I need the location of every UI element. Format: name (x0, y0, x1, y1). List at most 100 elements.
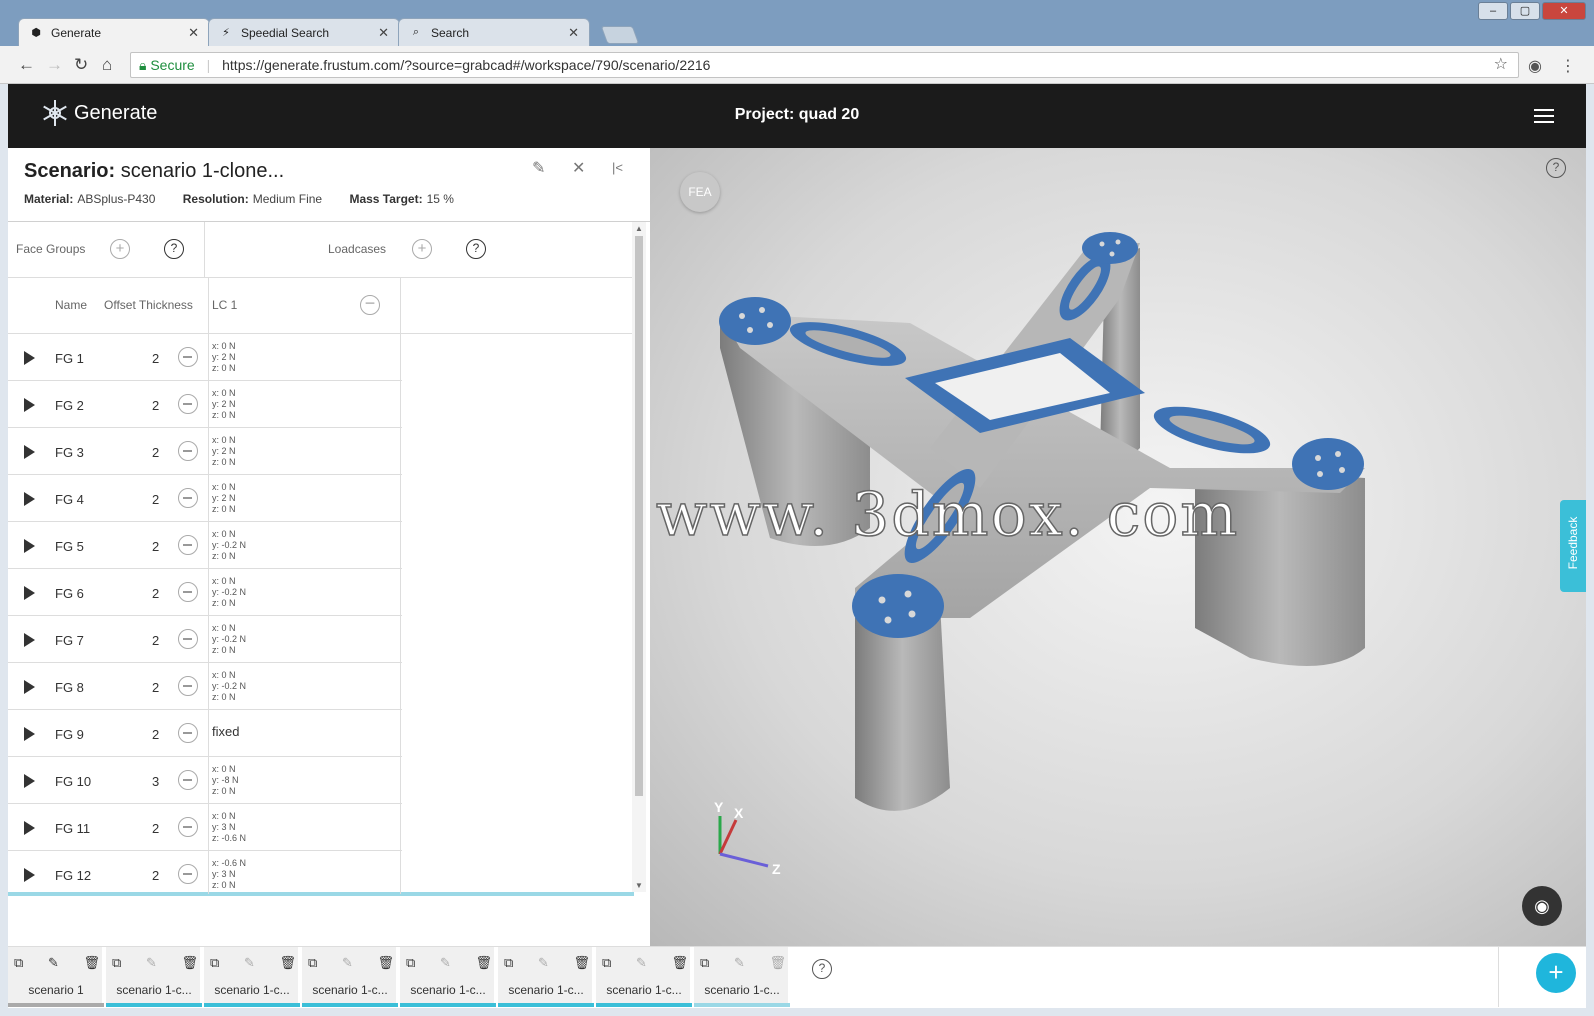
copy-icon[interactable]: ⧉ (700, 955, 709, 971)
copy-icon[interactable]: ⧉ (210, 955, 219, 971)
fg-thickness[interactable]: 2 (152, 445, 159, 460)
expand-triangle-icon[interactable] (24, 680, 35, 694)
scroll-thumb[interactable] (635, 236, 643, 796)
add-loadcase-icon[interactable]: + (412, 239, 432, 259)
copy-icon[interactable]: ⧉ (504, 955, 513, 971)
remove-face-group-icon[interactable] (178, 770, 198, 790)
load-values[interactable]: x: 0 Ny: -0.2 Nz: 0 N (212, 670, 246, 703)
table-row[interactable]: FG 8 2 x: 0 Ny: -0.2 Nz: 0 N (8, 663, 634, 710)
load-values[interactable]: x: 0 Ny: 2 Nz: 0 N (212, 341, 236, 374)
remove-face-group-icon[interactable] (178, 347, 198, 367)
forward-arrow-icon[interactable]: → (46, 55, 63, 75)
trash-icon[interactable]: 🗑︎ (475, 955, 492, 971)
expand-triangle-icon[interactable] (24, 774, 35, 788)
table-row[interactable]: FG 10 3 x: 0 Ny: -8 Nz: 0 N (8, 757, 634, 804)
copy-icon[interactable]: ⧉ (602, 955, 611, 971)
expand-triangle-icon[interactable] (24, 727, 35, 741)
table-row[interactable]: FG 2 2 x: 0 Ny: 2 Nz: 0 N (8, 381, 634, 428)
remove-face-group-icon[interactable] (178, 582, 198, 602)
panel-scrollbar[interactable]: ▲ ▼ (632, 222, 646, 892)
extension-icon[interactable]: ◉ (1528, 56, 1542, 76)
fg-thickness[interactable]: 2 (152, 868, 159, 883)
address-bar[interactable]: 🔒︎ Secure | https://generate.frustum.com… (130, 52, 1519, 78)
load-values[interactable]: x: 0 Ny: -0.2 Nz: 0 N (212, 576, 246, 609)
add-face-group-icon[interactable]: + (110, 239, 130, 259)
table-row[interactable]: FG 7 2 x: 0 Ny: -0.2 Nz: 0 N (8, 616, 634, 663)
pencil-edit-icon[interactable]: ✎ (532, 158, 545, 178)
table-row[interactable]: FG 4 2 x: 0 Ny: 2 Nz: 0 N (8, 475, 634, 522)
expand-triangle-icon[interactable] (24, 445, 35, 459)
remove-face-group-icon[interactable] (178, 676, 198, 696)
scenario-tab[interactable]: ⧉ ✎ 🗑︎ scenario 1-c... (596, 947, 692, 1007)
collapse-panel-icon[interactable]: |< (612, 160, 623, 175)
remove-loadcase-icon[interactable]: − (360, 294, 380, 315)
close-icon[interactable]: ✕ (188, 25, 199, 41)
fg-thickness[interactable]: 2 (152, 351, 159, 366)
expand-triangle-icon[interactable] (24, 539, 35, 553)
fg-thickness[interactable]: 2 (152, 727, 159, 742)
fg-thickness[interactable]: 2 (152, 586, 159, 601)
load-values[interactable]: x: 0 Ny: 3 Nz: -0.6 N (212, 811, 246, 844)
table-row[interactable]: FG 6 2 x: 0 Ny: -0.2 Nz: 0 N (8, 569, 634, 616)
fg-thickness[interactable]: 2 (152, 492, 159, 507)
trash-icon[interactable]: 🗑︎ (181, 955, 198, 971)
pencil-edit-icon[interactable]: ✎ (440, 955, 451, 971)
load-values[interactable]: x: 0 Ny: 2 Nz: 0 N (212, 388, 236, 421)
load-values[interactable]: x: 0 Ny: -0.2 Nz: 0 N (212, 529, 246, 562)
pencil-edit-icon[interactable]: ✎ (734, 955, 745, 971)
scenario-tab[interactable]: ⧉ ✎ 🗑︎ scenario 1-c... (302, 947, 398, 1007)
trash-icon[interactable]: 🗑︎ (377, 955, 394, 971)
table-row[interactable]: FG 3 2 x: 0 Ny: 2 Nz: 0 N (8, 428, 634, 475)
feedback-tab[interactable]: Feedback (1560, 500, 1586, 592)
copy-icon[interactable]: ⧉ (406, 955, 415, 971)
expand-triangle-icon[interactable] (24, 398, 35, 412)
scenario-tab[interactable]: ⧉ ✎ 🗑︎ scenario 1-c... (106, 947, 202, 1007)
home-icon[interactable]: ⌂ (102, 55, 112, 75)
back-arrow-icon[interactable]: ← (18, 55, 35, 75)
load-values[interactable]: x: 0 Ny: -8 Nz: 0 N (212, 764, 239, 797)
pencil-edit-icon[interactable]: ✎ (244, 955, 255, 971)
table-row[interactable]: FG 9 2 fixed (8, 710, 634, 757)
menu-dots-icon[interactable]: ⋮ (1560, 56, 1576, 76)
scenario-tab[interactable]: ⧉ ✎ 🗑︎ scenario 1 (8, 947, 104, 1007)
eye-visibility-icon[interactable]: ◉ (1522, 886, 1562, 926)
trash-icon[interactable]: 🗑︎ (769, 955, 786, 971)
fg-thickness[interactable]: 2 (152, 539, 159, 554)
trash-icon[interactable]: 🗑︎ (671, 955, 688, 971)
window-close-button[interactable]: ✕ (1542, 2, 1586, 20)
remove-face-group-icon[interactable] (178, 394, 198, 414)
expand-triangle-icon[interactable] (24, 492, 35, 506)
fg-thickness[interactable]: 2 (152, 821, 159, 836)
fg-thickness[interactable]: 2 (152, 398, 159, 413)
table-row[interactable]: FG 5 2 x: 0 Ny: -0.2 Nz: 0 N (8, 522, 634, 569)
bookmark-star-icon[interactable]: ☆ (1494, 53, 1508, 77)
tab-search[interactable]: ⌕ Search ✕ (398, 18, 590, 46)
close-icon[interactable]: ✕ (378, 25, 389, 41)
remove-face-group-icon[interactable] (178, 723, 198, 743)
pencil-edit-icon[interactable]: ✎ (48, 955, 59, 971)
expand-triangle-icon[interactable] (24, 821, 35, 835)
fg-thickness[interactable]: 3 (152, 774, 159, 789)
trash-icon[interactable]: 🗑︎ (573, 955, 590, 971)
pencil-edit-icon[interactable]: ✎ (636, 955, 647, 971)
expand-triangle-icon[interactable] (24, 633, 35, 647)
new-tab-button[interactable] (600, 26, 640, 44)
viewport-help-icon[interactable]: ? (1546, 158, 1566, 178)
scenario-tab[interactable]: ⧉ ✎ 🗑︎ scenario 1-c... (204, 947, 300, 1007)
remove-face-group-icon[interactable] (178, 535, 198, 555)
expand-triangle-icon[interactable] (24, 868, 35, 882)
load-values[interactable]: fixed (212, 725, 239, 738)
scenario-tab-active[interactable]: ⧉ ✎ 🗑︎ scenario 1-c... (694, 947, 790, 1007)
remove-face-group-icon[interactable] (178, 441, 198, 461)
remove-face-group-icon[interactable] (178, 817, 198, 837)
3d-viewport[interactable]: Y X Z 莫西网www. 3dmox. com FEA ? Feedback … (650, 148, 1586, 946)
add-scenario-button[interactable]: + (1536, 953, 1576, 993)
tab-generate[interactable]: ⬢ Generate ✕ (18, 18, 210, 46)
scenarios-help-icon[interactable]: ? (812, 959, 832, 979)
copy-icon[interactable]: ⧉ (14, 955, 23, 971)
fg-thickness[interactable]: 2 (152, 633, 159, 648)
table-row[interactable]: FG 1 2 x: 0 Ny: 2 Nz: 0 N (8, 334, 634, 381)
tab-speedial-search[interactable]: ⚡ Speedial Search ✕ (208, 18, 400, 46)
copy-icon[interactable]: ⧉ (112, 955, 121, 971)
remove-face-group-icon[interactable] (178, 864, 198, 884)
